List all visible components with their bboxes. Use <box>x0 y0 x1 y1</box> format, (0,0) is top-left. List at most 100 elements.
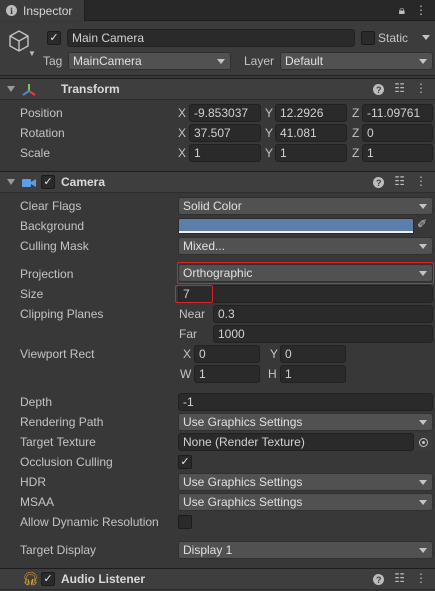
audio-listener-header[interactable]: 🎧︎ ✓ Audio Listener ? ☷ ⋮ <box>0 568 435 590</box>
axis-y-label: Y <box>265 106 274 120</box>
culling-mask-label: Culling Mask <box>20 239 89 253</box>
presets-icon[interactable]: ☷ <box>394 571 405 585</box>
camera-enabled-checkbox[interactable]: ✓ <box>41 175 55 189</box>
axis-h-label: H <box>268 367 277 381</box>
layer-value: Default <box>285 54 324 68</box>
chevron-down-icon <box>419 244 427 249</box>
projection-label: Projection <box>20 267 74 281</box>
tab-inspector[interactable]: i Inspector <box>0 0 85 21</box>
msaa-dropdown[interactable]: Use Graphics Settings <box>178 493 433 511</box>
viewport-w-field[interactable]: 1 <box>194 365 260 383</box>
occlusion-culling-checkbox[interactable]: ✓ <box>178 455 192 469</box>
axis-y-label: Y <box>270 347 279 361</box>
axis-y-label: Y <box>265 126 274 140</box>
chevron-down-icon <box>419 204 427 209</box>
static-dropdown-arrow-icon[interactable] <box>422 35 430 40</box>
position-z-field[interactable]: -11.09761 <box>362 104 433 122</box>
target-display-label: Target Display <box>20 543 97 557</box>
scale-y-field[interactable]: 1 <box>275 144 347 162</box>
component-menu-icon[interactable]: ⋮ <box>415 81 427 95</box>
tag-label: Tag <box>43 54 63 68</box>
viewport-x-field[interactable]: 0 <box>194 345 260 363</box>
clipping-planes-label: Clipping Planes <box>20 307 104 321</box>
lock-icon[interactable]: 🔒︎ <box>399 3 405 18</box>
axis-x-label: X <box>178 106 187 120</box>
projection-value: Orthographic <box>183 266 253 280</box>
rendering-path-dropdown[interactable]: Use Graphics Settings <box>178 413 433 431</box>
background-label: Background <box>20 219 85 233</box>
viewport-y-field[interactable]: 0 <box>280 345 346 363</box>
allow-dynamic-resolution-label: Allow Dynamic Resolution <box>20 515 159 529</box>
occlusion-culling-label: Occlusion Culling <box>20 455 113 469</box>
eyedropper-icon[interactable]: ✐ <box>417 217 427 231</box>
position-label: Position <box>20 106 63 120</box>
far-field[interactable]: 1000 <box>213 325 433 343</box>
hdr-value: Use Graphics Settings <box>183 475 303 489</box>
transform-title: Transform <box>61 82 120 96</box>
presets-icon[interactable]: ☷ <box>394 81 405 95</box>
background-color-field[interactable] <box>178 218 414 234</box>
object-active-checkbox[interactable]: ✓ <box>47 31 61 45</box>
headphones-icon: 🎧︎ <box>22 571 39 586</box>
camera-icon <box>22 179 36 187</box>
rotation-x-field[interactable]: 37.507 <box>189 124 261 142</box>
viewport-h-field[interactable]: 1 <box>280 365 346 383</box>
icon-dropdown-arrow-icon[interactable]: ▼ <box>28 49 36 58</box>
component-menu-icon[interactable]: ⋮ <box>415 174 427 188</box>
target-texture-label: Target Texture <box>20 435 96 449</box>
transform-header[interactable]: Transform ? ☷ ⋮ <box>0 78 435 100</box>
foldout-arrow-icon[interactable] <box>7 86 15 92</box>
size-field[interactable]: 7 <box>178 285 433 303</box>
target-display-dropdown[interactable]: Display 1 <box>178 541 433 559</box>
depth-field[interactable]: -1 <box>178 393 433 411</box>
object-header: ▼ ✓ Main Camera Static Tag MainCamera La… <box>0 22 435 76</box>
rotation-z-field[interactable]: 0 <box>362 124 433 142</box>
scale-z-field[interactable]: 1 <box>362 144 433 162</box>
transform-axes-icon <box>22 84 36 96</box>
static-label: Static <box>378 31 409 45</box>
help-icon[interactable]: ? <box>373 574 385 585</box>
near-field[interactable]: 0.3 <box>213 305 433 323</box>
object-name-field[interactable]: Main Camera <box>67 29 355 47</box>
size-label: Size <box>20 287 44 301</box>
position-x-field[interactable]: -9.853037 <box>189 104 261 122</box>
axis-x-label: X <box>178 126 187 140</box>
clear-flags-label: Clear Flags <box>20 199 82 213</box>
chevron-down-icon <box>419 480 427 485</box>
rendering-path-value: Use Graphics Settings <box>183 415 303 429</box>
culling-mask-dropdown[interactable]: Mixed... <box>178 237 433 255</box>
component-menu-icon[interactable]: ⋮ <box>415 571 427 585</box>
layer-dropdown[interactable]: Default <box>280 52 433 70</box>
target-texture-field[interactable]: None (Render Texture) <box>178 433 414 451</box>
axis-z-label: Z <box>352 126 360 140</box>
clear-flags-dropdown[interactable]: Solid Color <box>178 197 433 215</box>
hdr-dropdown[interactable]: Use Graphics Settings <box>178 473 433 491</box>
chevron-down-icon <box>419 59 427 64</box>
rotation-y-field[interactable]: 41.081 <box>275 124 347 142</box>
allow-dynamic-resolution-checkbox[interactable] <box>178 515 192 529</box>
foldout-arrow-icon[interactable] <box>7 179 15 185</box>
help-icon[interactable]: ? <box>373 84 385 95</box>
far-label: Far <box>179 327 197 341</box>
layer-label: Layer <box>244 54 275 68</box>
scale-x-field[interactable]: 1 <box>189 144 261 162</box>
tab-bar: i Inspector 🔒︎ ⋮ <box>0 0 435 21</box>
projection-dropdown[interactable]: Orthographic <box>178 264 433 282</box>
chevron-down-icon <box>419 420 427 425</box>
audio-listener-enabled-checkbox[interactable]: ✓ <box>41 572 55 586</box>
axis-z-label: Z <box>352 106 360 120</box>
audio-listener-title: Audio Listener <box>61 572 146 586</box>
static-checkbox[interactable] <box>361 31 375 45</box>
msaa-label: MSAA <box>20 495 55 509</box>
more-options-icon[interactable]: ⋮ <box>415 3 427 18</box>
axis-x-label: X <box>178 146 187 160</box>
presets-icon[interactable]: ☷ <box>394 174 405 188</box>
position-y-field[interactable]: 12.2926 <box>275 104 347 122</box>
tag-dropdown[interactable]: MainCamera <box>68 52 231 70</box>
object-picker-button[interactable] <box>414 433 432 451</box>
help-icon[interactable]: ? <box>373 177 385 188</box>
depth-label: Depth <box>20 395 53 409</box>
axis-y-label: Y <box>265 146 274 160</box>
axis-w-label: W <box>180 367 192 381</box>
camera-header[interactable]: ✓ Camera ? ☷ ⋮ <box>0 171 435 193</box>
